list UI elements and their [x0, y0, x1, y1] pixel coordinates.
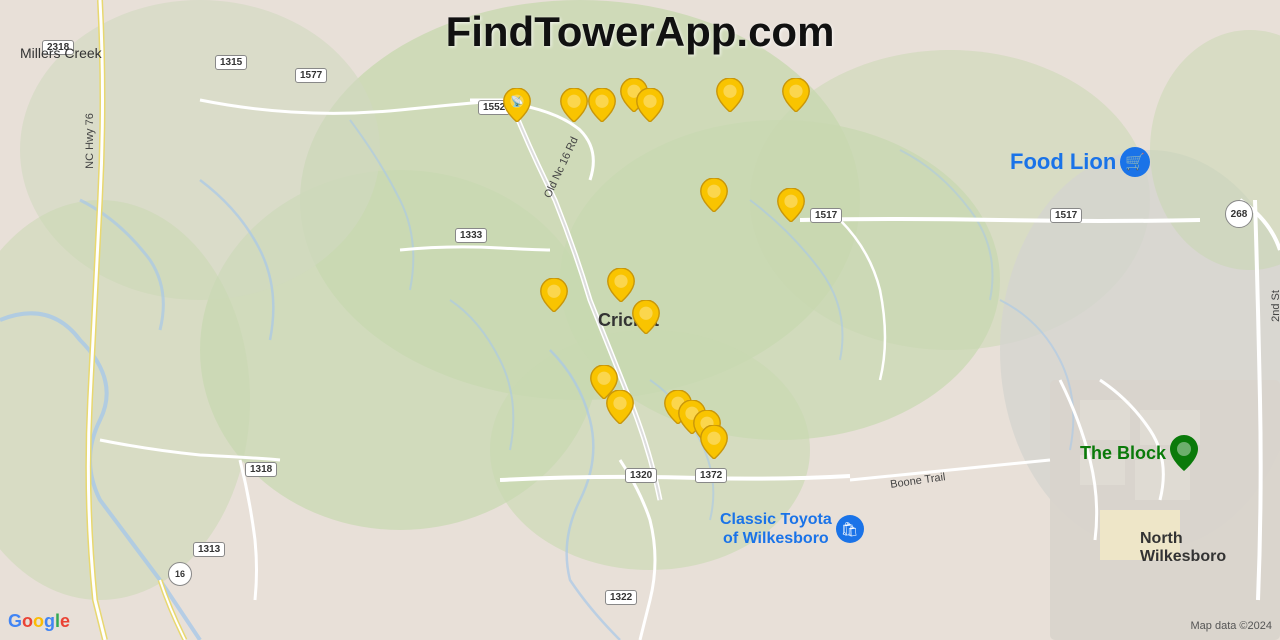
- road-shield-1318: 1318: [245, 462, 277, 477]
- tower-pin-7[interactable]: [636, 88, 664, 122]
- place-millers-creek: Millers Creek: [20, 45, 102, 61]
- map-data-attribution: Map data ©2024: [1191, 620, 1273, 632]
- the-block-poi[interactable]: The Block: [1080, 435, 1198, 471]
- google-logo: Google: [8, 611, 70, 632]
- tower-pin-10[interactable]: [540, 278, 568, 312]
- road-label-2nd-st: 2nd St: [1270, 290, 1280, 322]
- road-shield-1322: 1322: [605, 590, 637, 605]
- toyota-text: Classic Toyotaof Wilkesboro: [720, 510, 832, 548]
- tower-pin-12[interactable]: [632, 300, 660, 334]
- road-shield-1517b: 1517: [1050, 208, 1082, 223]
- the-block-pin-icon: [1170, 435, 1198, 471]
- road-shield-1517a: 1517: [810, 208, 842, 223]
- road-shield-1372: 1372: [695, 468, 727, 483]
- road-shield-16: 16: [168, 562, 192, 586]
- tower-pin-1[interactable]: 📡: [503, 88, 531, 122]
- tower-pin-2[interactable]: [560, 88, 588, 122]
- tower-pin-11[interactable]: [607, 268, 635, 302]
- road-shield-1333: 1333: [455, 228, 487, 243]
- place-north-wilkesboro: NorthWilkesboro: [1140, 530, 1226, 566]
- road-shield-1320: 1320: [625, 468, 657, 483]
- toyota-poi[interactable]: Classic Toyotaof Wilkesboro 🛍: [720, 510, 864, 548]
- tower-pin-6[interactable]: [782, 78, 810, 112]
- tower-pin-3[interactable]: [588, 88, 616, 122]
- the-block-text: The Block: [1080, 443, 1166, 464]
- tower-pin-18[interactable]: [700, 425, 728, 459]
- map-container: FindTowerApp.com 2318 1315 1577 1552 133…: [0, 0, 1280, 640]
- toyota-icon: 🛍: [836, 515, 864, 543]
- svg-text:📡: 📡: [511, 94, 524, 108]
- road-shield-1315: 1315: [215, 55, 247, 70]
- food-lion-icon: 🛒: [1120, 147, 1150, 177]
- road-shield-1577: 1577: [295, 68, 327, 83]
- road-shield-1313: 1313: [193, 542, 225, 557]
- food-lion-text: Food Lion: [1010, 149, 1116, 175]
- tower-pin-8[interactable]: [700, 178, 728, 212]
- tower-pin-9[interactable]: [777, 188, 805, 222]
- site-title: FindTowerApp.com: [446, 8, 835, 56]
- tower-pin-5[interactable]: [716, 78, 744, 112]
- road-label-nc-hwy-76: NC Hwy 76: [84, 113, 96, 169]
- tower-pin-14[interactable]: [606, 390, 634, 424]
- food-lion-poi[interactable]: Food Lion 🛒: [1010, 147, 1150, 177]
- road-shield-268: 268: [1225, 200, 1253, 228]
